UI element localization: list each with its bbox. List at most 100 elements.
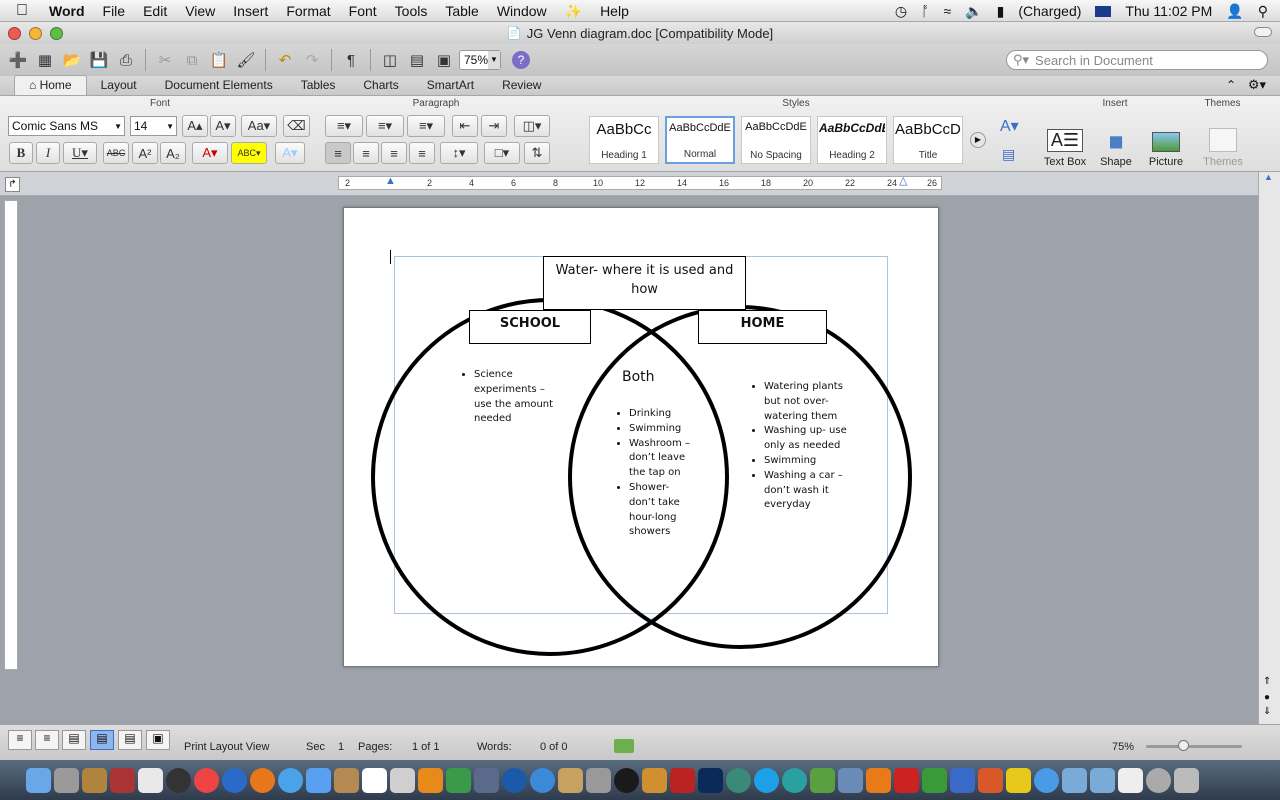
- vlc-icon[interactable]: [866, 767, 891, 793]
- new-document-icon[interactable]: ➕: [6, 48, 30, 72]
- documents-folder-icon[interactable]: [1062, 767, 1087, 793]
- dvd-player-icon[interactable]: [614, 767, 639, 793]
- justify-icon[interactable]: ≡: [409, 142, 435, 164]
- align-center-icon[interactable]: ≡: [353, 142, 379, 164]
- menu-edit[interactable]: Edit: [134, 0, 176, 22]
- dictionary-icon[interactable]: [110, 767, 135, 793]
- numbering-icon[interactable]: ≡▾: [366, 115, 404, 137]
- bullets-icon[interactable]: ≡▾: [325, 115, 363, 137]
- templates-icon[interactable]: ▦: [33, 48, 57, 72]
- styles-pane-icon[interactable]: ▤: [1002, 146, 1015, 163]
- borders-icon[interactable]: □▾: [484, 142, 520, 164]
- right-indent-marker[interactable]: △: [899, 175, 907, 188]
- menu-window[interactable]: Window: [488, 0, 556, 22]
- clock[interactable]: Thu 11:02 PM: [1125, 3, 1212, 19]
- focus-view-icon[interactable]: ▣: [146, 730, 170, 750]
- tab-smartart[interactable]: SmartArt: [413, 76, 488, 95]
- menu-tools[interactable]: Tools: [386, 0, 437, 22]
- garageband-icon[interactable]: [642, 767, 667, 793]
- publishing-view-icon[interactable]: ▤: [62, 730, 86, 750]
- trash-icon[interactable]: [1174, 767, 1199, 793]
- highlight-icon[interactable]: ABC▾: [231, 142, 267, 164]
- excel-icon[interactable]: [922, 767, 947, 793]
- battery-icon[interactable]: ▮: [997, 3, 1005, 20]
- google-earth-icon[interactable]: [222, 767, 247, 793]
- imovie-icon[interactable]: [586, 767, 611, 793]
- xcode-icon[interactable]: [474, 767, 499, 793]
- align-left-icon[interactable]: ≡: [325, 142, 351, 164]
- tab-selector-icon[interactable]: ↱: [5, 177, 20, 192]
- draft-view-icon[interactable]: ≡: [8, 730, 32, 750]
- insert-text-box-button[interactable]: A☰ Text Box: [1040, 116, 1090, 168]
- sort-icon[interactable]: ⇅: [524, 142, 550, 164]
- outlook-icon[interactable]: [1006, 767, 1031, 793]
- horizontal-ruler[interactable]: 2 2 4 6 8 10 12 14 16 18 20 22 24 26 ▲ △: [338, 175, 942, 190]
- search-document-field[interactable]: ⚲▾ Search in Document: [1006, 50, 1268, 70]
- text-styles-icon[interactable]: A▾: [1000, 116, 1019, 136]
- outline-view-icon[interactable]: ≡: [35, 730, 59, 750]
- skype-icon[interactable]: [754, 767, 779, 793]
- numbers-icon[interactable]: [446, 767, 471, 793]
- style-heading-2[interactable]: AaBbCcDdE Heading 2: [817, 116, 887, 164]
- menu-file[interactable]: File: [94, 0, 135, 22]
- virtualbox-icon[interactable]: [838, 767, 863, 793]
- tab-review[interactable]: Review: [488, 76, 555, 95]
- volume-icon[interactable]: 🔈: [965, 3, 982, 20]
- menu-insert[interactable]: Insert: [224, 0, 277, 22]
- style-heading-1[interactable]: AaBbCc Heading 1: [589, 116, 659, 164]
- ribbon-settings-icon[interactable]: ⚙▾: [1248, 77, 1266, 93]
- print-icon[interactable]: ⎙: [114, 48, 138, 72]
- menu-help[interactable]: Help: [591, 0, 638, 22]
- superscript-icon[interactable]: A²: [132, 142, 158, 164]
- powerpoint-icon[interactable]: [978, 767, 1003, 793]
- ical-icon[interactable]: [362, 767, 387, 793]
- clear-formatting-icon[interactable]: ⌫: [283, 115, 310, 137]
- photo-booth-icon[interactable]: [670, 767, 695, 793]
- zoom-window-icon[interactable]: [50, 27, 63, 40]
- vertical-ruler[interactable]: [4, 200, 18, 670]
- style-normal[interactable]: AaBbCcDdE Normal: [665, 116, 735, 164]
- folder-icon[interactable]: [810, 767, 835, 793]
- flashcards-icon[interactable]: [894, 767, 919, 793]
- downloads-folder-icon[interactable]: [1090, 767, 1115, 793]
- home-label-box[interactable]: HOME: [698, 310, 827, 344]
- increase-indent-icon[interactable]: ⇥: [481, 115, 507, 137]
- open-icon[interactable]: 📂: [60, 48, 84, 72]
- cut-icon[interactable]: ✂: [153, 48, 177, 72]
- left-indent-marker[interactable]: ▲: [385, 175, 396, 188]
- flag-icon[interactable]: [1095, 5, 1112, 17]
- textedit-icon[interactable]: [138, 767, 163, 793]
- notebook-view-icon[interactable]: ▤: [118, 730, 142, 750]
- line-spacing-icon[interactable]: ↕▾: [440, 142, 478, 164]
- multilevel-list-icon[interactable]: ≡▾: [407, 115, 445, 137]
- automator-icon[interactable]: [82, 767, 107, 793]
- camino-icon[interactable]: [782, 767, 807, 793]
- spotlight-icon[interactable]: ⚲: [1258, 3, 1268, 20]
- search-icon[interactable]: ⚲▾: [1013, 52, 1029, 68]
- browse-object-icon[interactable]: ●: [1264, 692, 1270, 703]
- school-label-box[interactable]: SCHOOL: [469, 310, 591, 344]
- save-icon[interactable]: 💾: [87, 48, 111, 72]
- copy-icon[interactable]: ⧉: [180, 48, 204, 72]
- dashboard-icon[interactable]: [166, 767, 191, 793]
- collapse-ribbon-icon[interactable]: ⌃: [1226, 78, 1236, 92]
- text-effects-icon[interactable]: A▾: [275, 142, 305, 164]
- tab-home[interactable]: ⌂ Home: [14, 75, 87, 95]
- decrease-indent-icon[interactable]: ⇤: [452, 115, 478, 137]
- bluetooth-icon[interactable]: ᚩ: [921, 3, 929, 19]
- toolbox-icon[interactable]: ▤: [405, 48, 429, 72]
- font-name-select[interactable]: Comic Sans MS ▼: [8, 116, 125, 136]
- venn-title-box[interactable]: Water- where it is used and how: [543, 256, 746, 310]
- tab-tables[interactable]: Tables: [287, 76, 350, 95]
- safari-icon[interactable]: [278, 767, 303, 793]
- tab-layout[interactable]: Layout: [87, 76, 151, 95]
- app-store-icon[interactable]: [1034, 767, 1059, 793]
- minimize-window-icon[interactable]: [29, 27, 42, 40]
- menu-table[interactable]: Table: [436, 0, 487, 22]
- underline-button[interactable]: U▾: [63, 142, 97, 164]
- sidebar-icon[interactable]: ◫: [378, 48, 402, 72]
- help-icon[interactable]: ?: [512, 51, 530, 69]
- ichat-icon[interactable]: [306, 767, 331, 793]
- time-machine-icon[interactable]: ◷: [895, 3, 907, 20]
- toolbar-toggle-button[interactable]: [1254, 27, 1272, 37]
